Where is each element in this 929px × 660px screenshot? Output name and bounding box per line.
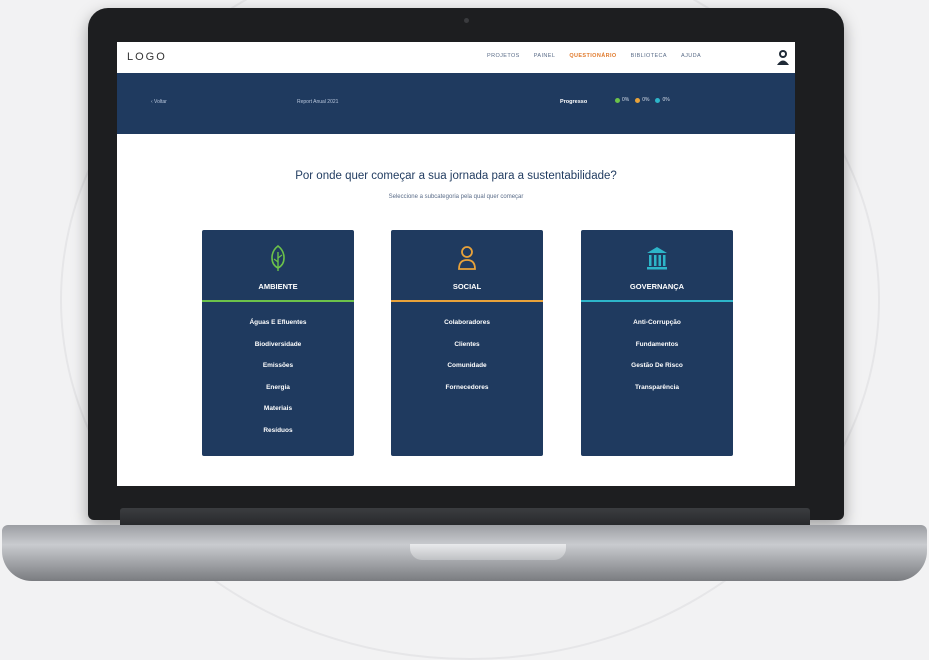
subcategory-item[interactable]: Transparência [581,377,733,399]
nav-item-questionario[interactable]: QUESTIONÁRIO [569,53,616,59]
page-title: Por onde quer começar a sua jornada para… [295,170,617,182]
progress-value: 0% [662,97,670,103]
card-divider [581,300,733,302]
subcategory-item[interactable]: Anti-Corrupção [581,312,733,334]
subcategory-item[interactable]: Clientes [391,334,543,356]
category-card-social[interactable]: SOCIAL Colaboradores Clientes Comunidade… [391,230,543,456]
top-navigation: LOGO PROJETOS PAINEL QUESTIONÁRIO BIBLIO… [117,42,795,73]
progress-indicators: 0% 0% 0% [615,97,670,103]
category-card-governanca[interactable]: GOVERNANÇA Anti-Corrupção Fundamentos Ge… [581,230,733,456]
card-title: AMBIENTE [258,282,298,291]
progress-value: 0% [622,97,630,103]
subcategory-item[interactable]: Emissões [202,355,354,377]
subcategory-item[interactable]: Materiais [202,398,354,420]
subcategory-list: Colaboradores Clientes Comunidade Fornec… [391,312,543,398]
progress-social: 0% [635,97,649,103]
building-icon [655,97,661,103]
subcategory-item[interactable]: Colaboradores [391,312,543,334]
page-subtitle: Seleccione a subcategoria pela qual quer… [388,194,524,200]
nav-item-ajuda[interactable]: AJUDA [681,53,701,59]
card-title: SOCIAL [452,282,482,291]
nav-item-projetos[interactable]: PROJETOS [487,53,520,59]
status-bar: ‹ Voltar Report Anual 2021 Progresso 0% … [117,73,795,134]
nav-item-painel[interactable]: PAINEL [534,53,556,59]
user-avatar-icon[interactable] [776,49,790,65]
back-link[interactable]: ‹ Voltar [151,99,167,105]
nav-menu: PROJETOS PAINEL QUESTIONÁRIO BIBLIOTECA … [487,53,701,59]
logo[interactable]: LOGO [127,51,167,63]
subcategory-list: Anti-Corrupção Fundamentos Gestão De Ris… [581,312,733,398]
progress-governanca: 0% [655,97,670,103]
progress-value: 0% [642,97,650,103]
progress-ambiente: 0% [615,97,629,103]
subcategory-item[interactable]: Biodiversidade [202,334,354,356]
laptop-notch [410,544,566,560]
leaf-icon [202,244,354,274]
nav-item-biblioteca[interactable]: BIBLIOTECA [631,53,667,59]
building-icon [581,244,733,274]
subcategory-item[interactable]: Comunidade [391,355,543,377]
person-icon [391,244,543,274]
person-icon [635,97,641,103]
subcategory-item[interactable]: Fundamentos [581,334,733,356]
leaf-icon [615,97,620,103]
laptop-screen: LOGO PROJETOS PAINEL QUESTIONÁRIO BIBLIO… [117,42,795,486]
progress-label: Progresso [560,99,588,105]
card-divider [202,300,354,302]
subcategory-item[interactable]: Energia [202,377,354,399]
subcategory-item[interactable]: Fornecedores [391,377,543,399]
category-card-ambiente[interactable]: AMBIENTE Águas E Efluentes Biodiversidad… [202,230,354,456]
subcategory-item[interactable]: Resíduos [202,420,354,442]
report-name: Report Anual 2021 [297,99,339,105]
subcategory-item[interactable]: Gestão De Risco [581,355,733,377]
subcategory-list: Águas E Efluentes Biodiversidade Emissõe… [202,312,354,441]
card-divider [391,300,543,302]
card-title: GOVERNANÇA [629,282,685,291]
webcam [464,18,469,23]
subcategory-item[interactable]: Águas E Efluentes [202,312,354,334]
